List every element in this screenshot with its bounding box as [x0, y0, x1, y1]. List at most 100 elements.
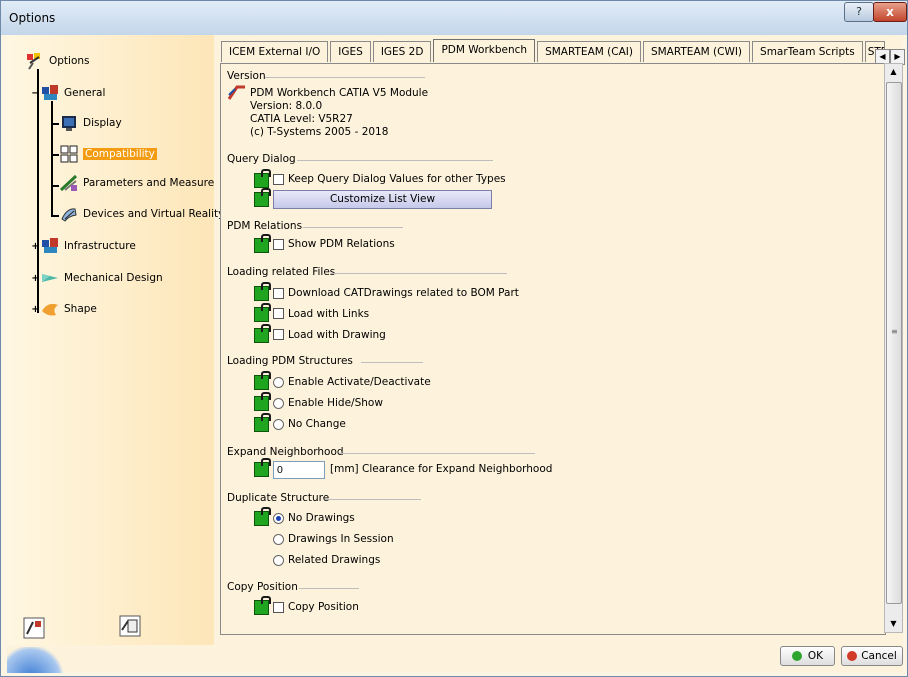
mechanical-icon: [40, 268, 60, 288]
section-divider: [325, 499, 421, 500]
tree-item-infrastructure[interactable]: + Infrastructure: [31, 236, 136, 256]
lock-icon[interactable]: [254, 413, 271, 432]
lock-icon[interactable]: [254, 324, 271, 343]
clearance-label: [mm] Clearance for Expand Neighborhood: [330, 463, 553, 475]
tree-item-devices[interactable]: Devices and Virtual Reality: [59, 204, 224, 224]
section-loading-related-files: Loading related Files: [227, 266, 336, 278]
tab-smarteam-cai[interactable]: SMARTEAM (CAI): [537, 41, 641, 62]
show-pdm-relations-label: Show PDM Relations: [288, 238, 395, 250]
lock-icon[interactable]: [254, 169, 271, 188]
section-divider: [339, 453, 535, 454]
lock-icon[interactable]: [254, 303, 271, 322]
tree-item-compatibility[interactable]: Compatibility: [59, 144, 157, 164]
export-options-icon[interactable]: [119, 615, 141, 637]
lock-icon[interactable]: [254, 596, 271, 615]
reset-options-icon[interactable]: [23, 617, 45, 639]
tab-icem-external-io[interactable]: ICEM External I/O: [221, 41, 329, 62]
load-with-links-checkbox[interactable]: [273, 308, 284, 319]
expand-toggle[interactable]: +: [31, 241, 40, 251]
lock-icon[interactable]: [254, 282, 271, 301]
load-with-drawing-label: Load with Drawing: [288, 329, 386, 341]
tree-item-shape[interactable]: + Shape: [31, 299, 97, 319]
lock-icon[interactable]: [254, 392, 271, 411]
shape-icon: [40, 299, 60, 319]
drawings-in-session-label: Drawings In Session: [288, 533, 394, 545]
catia-level: CATIA Level: V5R27: [250, 113, 353, 125]
tab-iges[interactable]: IGES: [330, 41, 371, 62]
tab-smarteam-cwi[interactable]: SMARTEAM (CWI): [642, 41, 751, 62]
pdm-workbench-icon: [227, 85, 247, 101]
cancel-label: Cancel: [861, 650, 897, 662]
options-root-icon: [25, 51, 45, 71]
lock-icon[interactable]: [254, 507, 271, 526]
tree-root-options[interactable]: Options: [25, 51, 90, 71]
tab-content-panel: [220, 63, 886, 635]
tree-item-general[interactable]: − General: [31, 83, 105, 103]
tab-smarteam-scripts[interactable]: SmarTeam Scripts: [752, 41, 863, 62]
tree-item-label: Compatibility: [83, 148, 157, 160]
tree-item-label: Infrastructure: [64, 240, 136, 252]
version-number: Version: 8.0.0: [250, 100, 323, 112]
section-pdm-relations: PDM Relations: [227, 220, 303, 232]
tree-item-label: Parameters and Measure: [83, 177, 215, 189]
close-button[interactable]: x: [873, 2, 907, 22]
tree-connector: [51, 215, 59, 217]
download-catdrawings-checkbox[interactable]: [273, 288, 284, 299]
keep-query-values-label: Keep Query Dialog Values for other Types: [288, 173, 506, 185]
tree-connector: [51, 123, 59, 125]
scroll-up-icon[interactable]: ▲: [885, 64, 902, 80]
tree-item-label: Shape: [64, 303, 97, 315]
copy-position-label: Copy Position: [288, 601, 359, 613]
tab-bar: ICEM External I/O IGES IGES 2D PDM Workb…: [221, 39, 887, 63]
tree-item-label: General: [64, 87, 106, 99]
enable-activate-radio[interactable]: [273, 377, 284, 388]
lock-icon[interactable]: [254, 188, 271, 207]
keep-query-values-checkbox[interactable]: [273, 174, 284, 185]
cancel-button[interactable]: Cancel: [841, 646, 903, 666]
drawings-in-session-radio[interactable]: [273, 534, 284, 545]
no-drawings-radio[interactable]: [273, 513, 284, 524]
tree-item-label: Display: [83, 117, 122, 129]
tab-scroll-buttons: ◀ ▶: [875, 49, 905, 65]
tree-item-parameters[interactable]: Parameters and Measure: [59, 173, 214, 193]
enable-activate-label: Enable Activate/Deactivate: [288, 376, 431, 388]
clearance-input[interactable]: [273, 461, 325, 479]
tree-connector: [51, 185, 59, 187]
window-title: Options: [9, 11, 56, 25]
expand-toggle[interactable]: +: [31, 304, 40, 314]
section-divider: [331, 273, 507, 274]
scroll-thumb[interactable]: ≡: [886, 82, 902, 604]
show-pdm-relations-checkbox[interactable]: [273, 239, 284, 250]
module-name: PDM Workbench CATIA V5 Module: [250, 87, 429, 99]
infrastructure-icon: [40, 236, 60, 256]
load-with-drawing-checkbox[interactable]: [273, 329, 284, 340]
ok-button[interactable]: OK: [780, 646, 835, 666]
tree-item-display[interactable]: Display: [59, 113, 122, 133]
cancel-icon: [847, 651, 858, 661]
expand-toggle[interactable]: +: [31, 273, 40, 283]
section-query-dialog: Query Dialog: [227, 153, 296, 165]
no-change-radio[interactable]: [273, 419, 284, 430]
lock-icon[interactable]: [254, 458, 271, 477]
tree-item-label: Mechanical Design: [64, 272, 163, 284]
lock-icon[interactable]: [254, 371, 271, 390]
general-icon: [40, 83, 60, 103]
parameters-icon: [59, 173, 79, 193]
collapse-toggle[interactable]: −: [31, 88, 40, 98]
section-loading-pdm-structures: Loading PDM Structures: [227, 355, 353, 367]
tree-item-mechanical-design[interactable]: + Mechanical Design: [31, 268, 163, 288]
lock-icon[interactable]: [254, 234, 271, 253]
copy-position-checkbox[interactable]: [273, 602, 284, 613]
section-divider: [265, 77, 425, 78]
vertical-scrollbar[interactable]: ▲ ≡ ▼: [884, 63, 903, 633]
help-button[interactable]: ?: [844, 2, 874, 22]
customize-list-view-button[interactable]: Customize List View: [273, 190, 492, 209]
section-divider: [303, 227, 403, 228]
tree-root-label: Options: [49, 55, 90, 67]
related-drawings-radio[interactable]: [273, 555, 284, 566]
ok-icon: [791, 651, 802, 661]
tab-pdm-workbench[interactable]: PDM Workbench: [433, 39, 536, 62]
tab-iges-2d[interactable]: IGES 2D: [372, 41, 432, 62]
enable-hide-show-radio[interactable]: [273, 398, 284, 409]
scroll-down-icon[interactable]: ▼: [885, 616, 902, 632]
